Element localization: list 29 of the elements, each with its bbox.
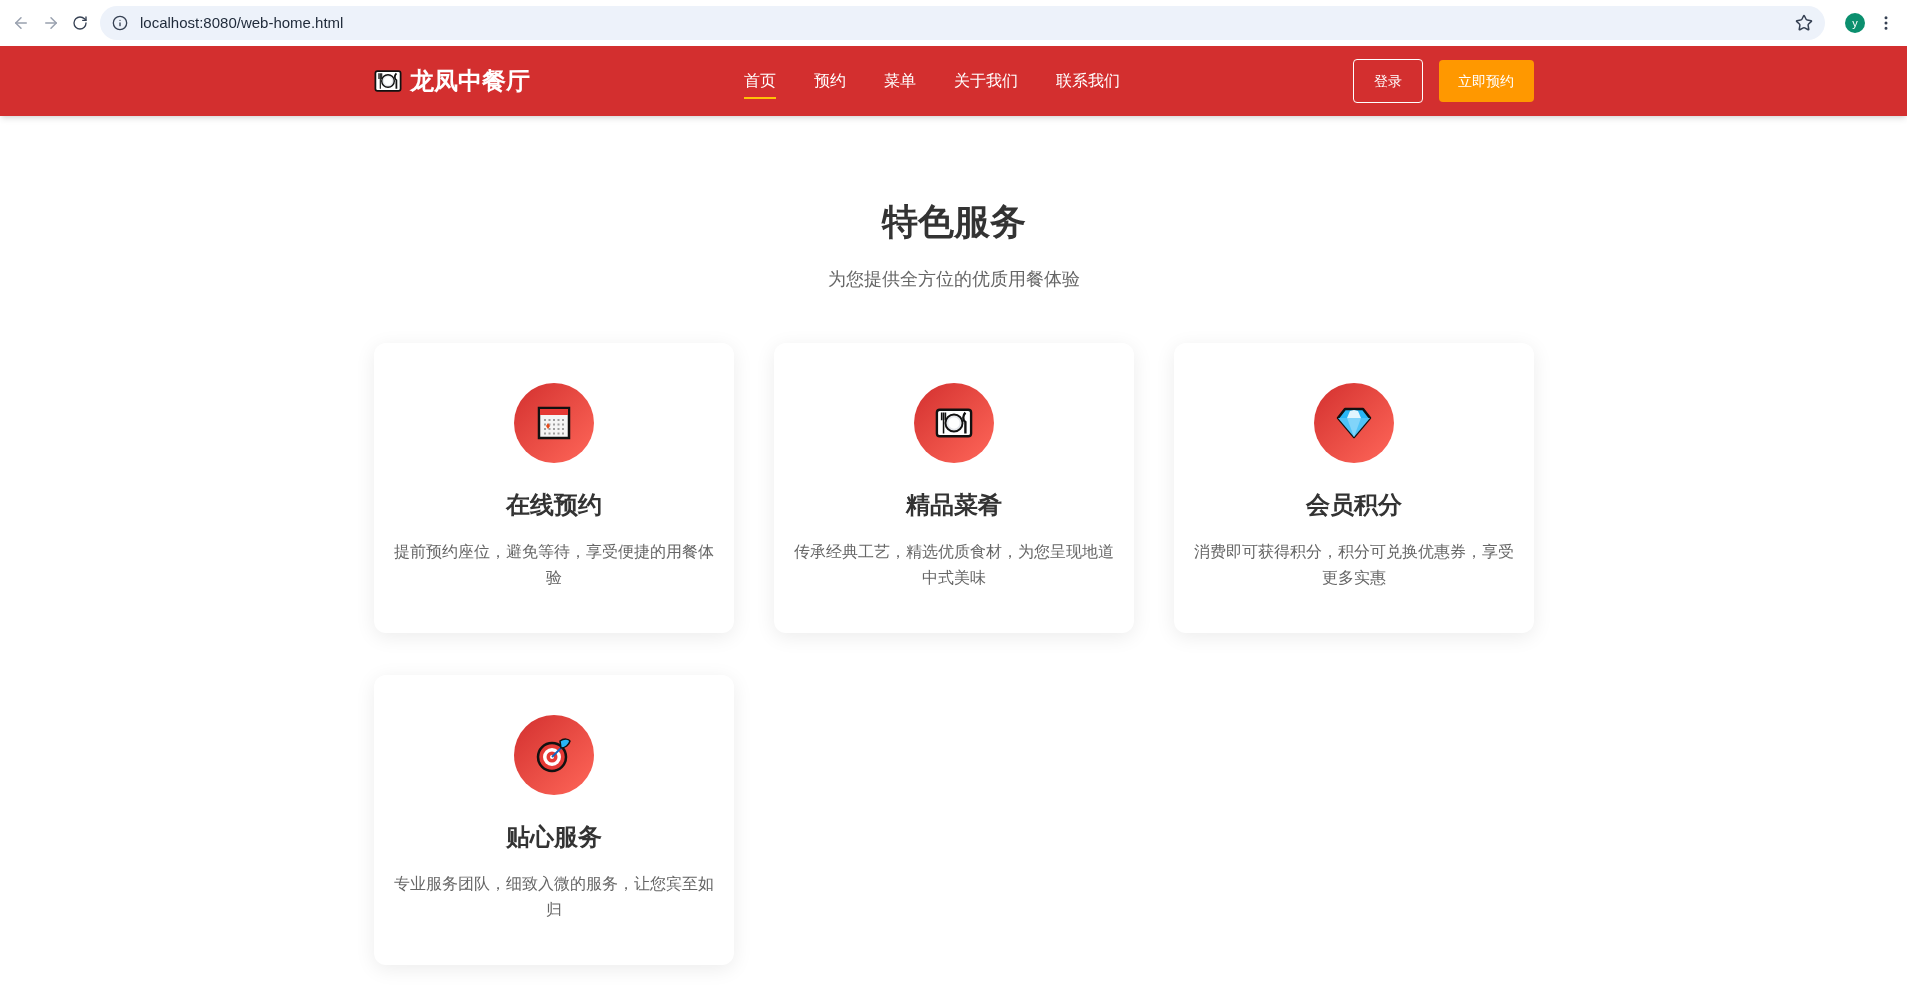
calendar-icon <box>535 405 572 441</box>
url-text: localhost:8080/web-home.html <box>140 12 345 33</box>
section-subtitle: 为您提供全方位的优质用餐体验 <box>827 268 1080 291</box>
card-description: 消费即可获得积分，积分可兑换优惠券，享受更多实惠 <box>1192 542 1515 588</box>
plate-cutlery-icon <box>934 407 973 439</box>
card-title: 贴心服务 <box>505 822 602 852</box>
card-description: 专业服务团队，细致入微的服务，让您宾至如归 <box>392 874 715 920</box>
card-title: 在线预约 <box>505 490 602 520</box>
nav-link[interactable]: 预约 <box>813 69 846 99</box>
login-button[interactable]: 登录 <box>1352 59 1423 103</box>
diamond-icon <box>1335 407 1372 439</box>
site-info-icon[interactable] <box>112 15 128 31</box>
site-logo-text[interactable]: 龙凤中餐厅 <box>409 63 530 99</box>
section-title: 特色服务 <box>881 200 1026 244</box>
bookmark-star-icon[interactable] <box>1795 14 1813 32</box>
card-title: 精品菜肴 <box>905 490 1002 520</box>
card-title: 会员积分 <box>1305 490 1402 520</box>
nav-link[interactable]: 关于我们 <box>953 69 1018 99</box>
card-description: 传承经典工艺，精选优质食材，为您呈现地道中式美味 <box>792 542 1115 588</box>
reload-icon[interactable] <box>72 15 88 31</box>
nav-link[interactable]: 联系我们 <box>1055 69 1120 99</box>
nav-link[interactable]: 首页 <box>743 69 776 99</box>
profile-avatar[interactable]: y <box>1845 13 1865 33</box>
forward-icon[interactable] <box>42 14 60 32</box>
nav-link[interactable]: 菜单 <box>883 69 916 99</box>
card-description: 提前预约座位，避免等待，享受便捷的用餐体验 <box>392 542 715 588</box>
address-bar[interactable]: localhost:8080/web-home.html <box>100 6 1825 40</box>
target-icon <box>534 736 573 774</box>
logo-icon <box>373 69 402 93</box>
